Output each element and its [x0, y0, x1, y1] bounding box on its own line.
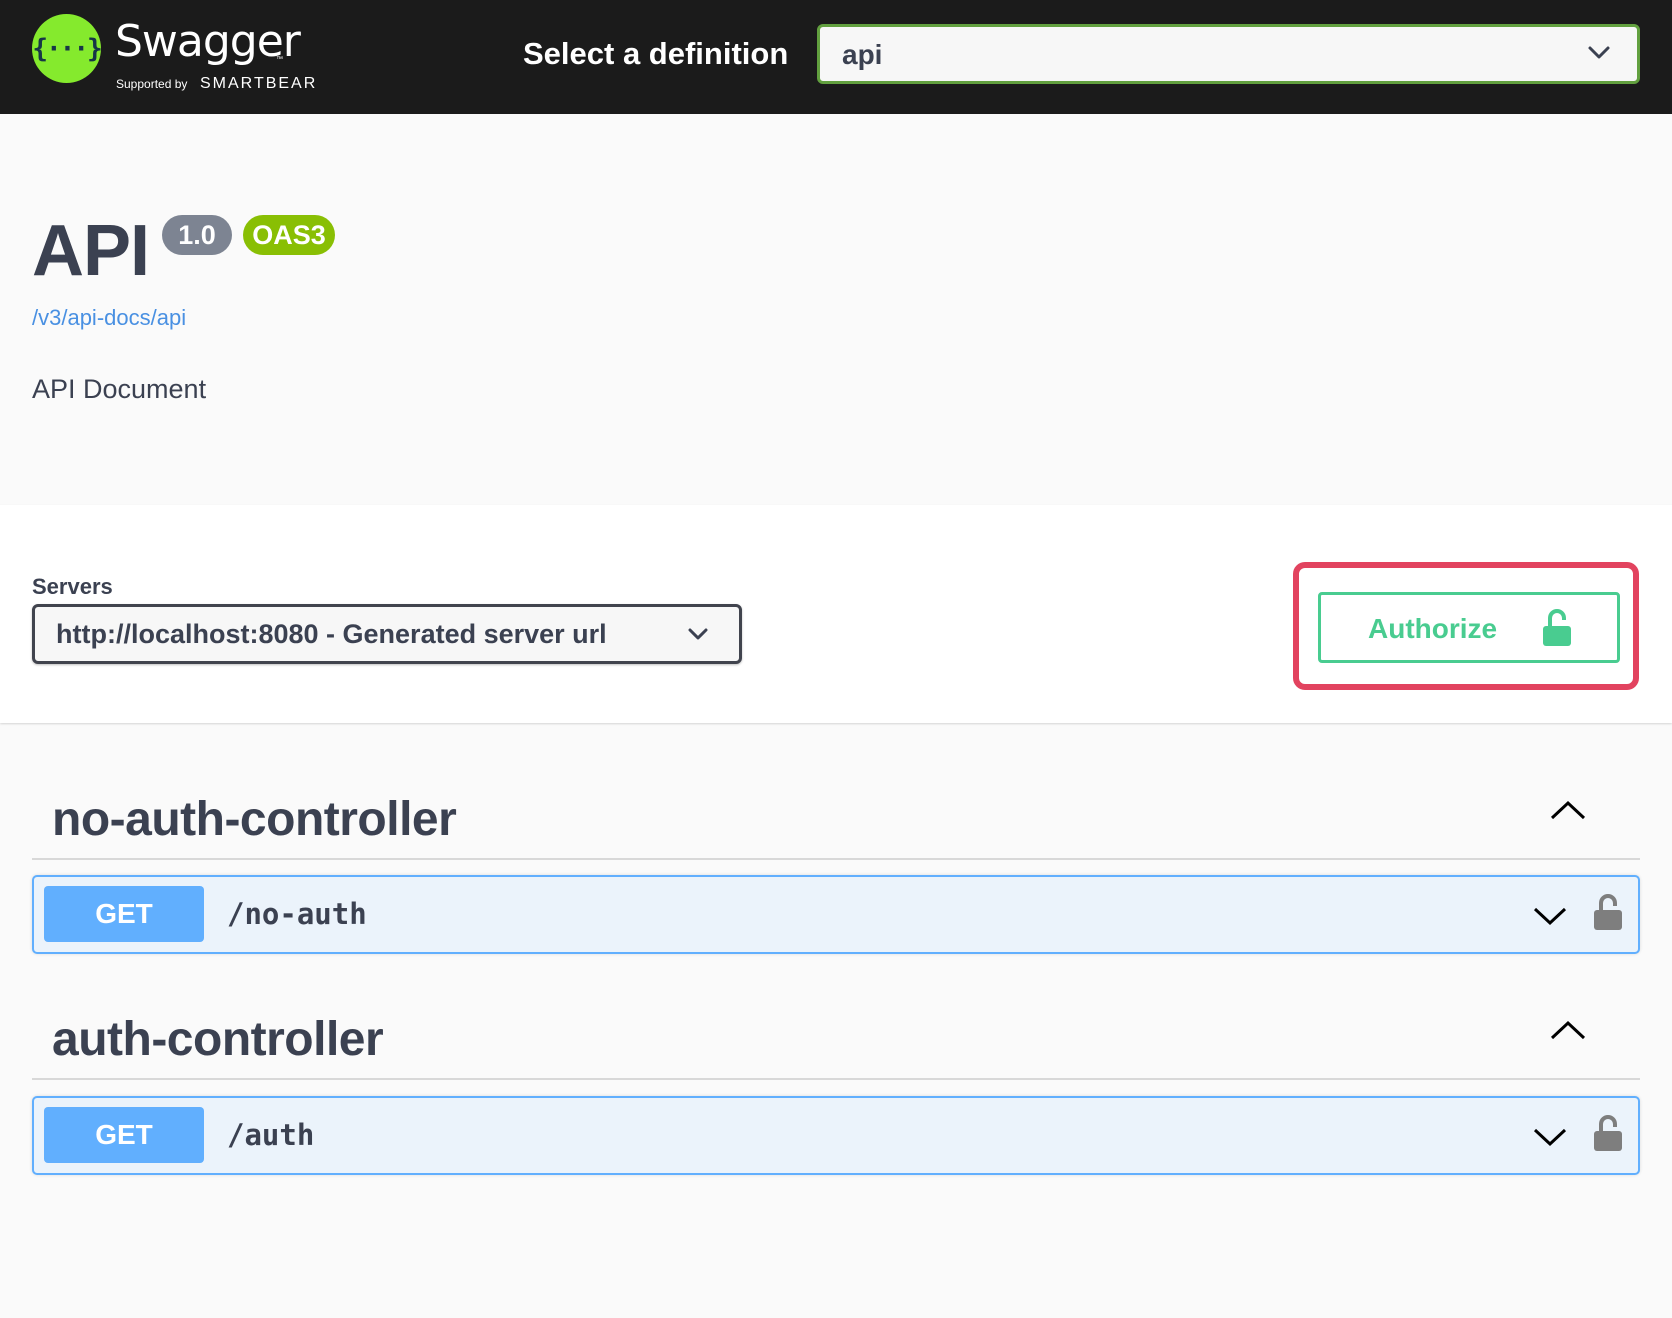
servers-select[interactable]: http://localhost:8080 - Generated server… — [32, 604, 742, 664]
definition-label: Select a definition — [523, 36, 789, 71]
definition-value: api — [842, 39, 883, 70]
tag-name: no-auth-controller — [52, 793, 457, 846]
authorize-label: Authorize — [1368, 613, 1498, 644]
chevron-down-icon — [1588, 46, 1610, 59]
brand-trademark: ™ — [276, 56, 283, 63]
tag-name: auth-controller — [52, 1013, 384, 1066]
method-badge: GET — [44, 886, 204, 942]
chevron-down-icon — [688, 628, 708, 640]
lock-icon[interactable] — [1593, 1113, 1623, 1153]
page-title: API — [32, 211, 150, 291]
logo-glyph: {···} — [32, 33, 102, 64]
servers-selected-value: http://localhost:8080 - Generated server… — [56, 619, 607, 649]
operation-path: /auth — [227, 1118, 315, 1152]
servers-label: Servers — [32, 574, 113, 599]
method-badge: GET — [44, 1107, 204, 1163]
tag-no-auth-controller[interactable]: no-auth-controller — [32, 770, 1640, 860]
top-bar: {···} Swagger ™ Supported by SMARTBEAR S… — [0, 0, 1672, 114]
tag-auth-controller[interactable]: auth-controller — [32, 990, 1640, 1080]
operation-get-auth[interactable]: GET /auth — [32, 1096, 1640, 1175]
api-description: API Document — [32, 374, 207, 404]
brand-name: Swagger — [115, 16, 301, 67]
chevron-down-icon[interactable] — [1532, 1126, 1568, 1148]
operation-get-no-auth[interactable]: GET /no-auth — [32, 875, 1640, 954]
authorize-button[interactable]: Authorize — [1318, 592, 1620, 663]
chevron-up-icon[interactable] — [1548, 1018, 1588, 1042]
chevron-down-icon[interactable] — [1532, 905, 1568, 927]
smartbear-label: SMARTBEAR — [200, 75, 318, 92]
oas-badge: OAS3 — [243, 215, 335, 255]
definition-select[interactable]: api — [817, 24, 1640, 84]
lock-icon[interactable] — [1593, 892, 1623, 932]
unlock-icon — [1543, 609, 1571, 646]
supported-by-label: Supported by — [116, 77, 188, 91]
version-badge: 1.0 — [162, 215, 232, 255]
spec-link[interactable]: /v3/api-docs/api — [32, 305, 186, 331]
operation-path: /no-auth — [227, 897, 367, 931]
chevron-up-icon[interactable] — [1548, 798, 1588, 822]
scheme-container: Servers http://localhost:8080 - Generate… — [0, 505, 1672, 723]
swagger-logo-icon[interactable]: {···} — [32, 14, 103, 83]
